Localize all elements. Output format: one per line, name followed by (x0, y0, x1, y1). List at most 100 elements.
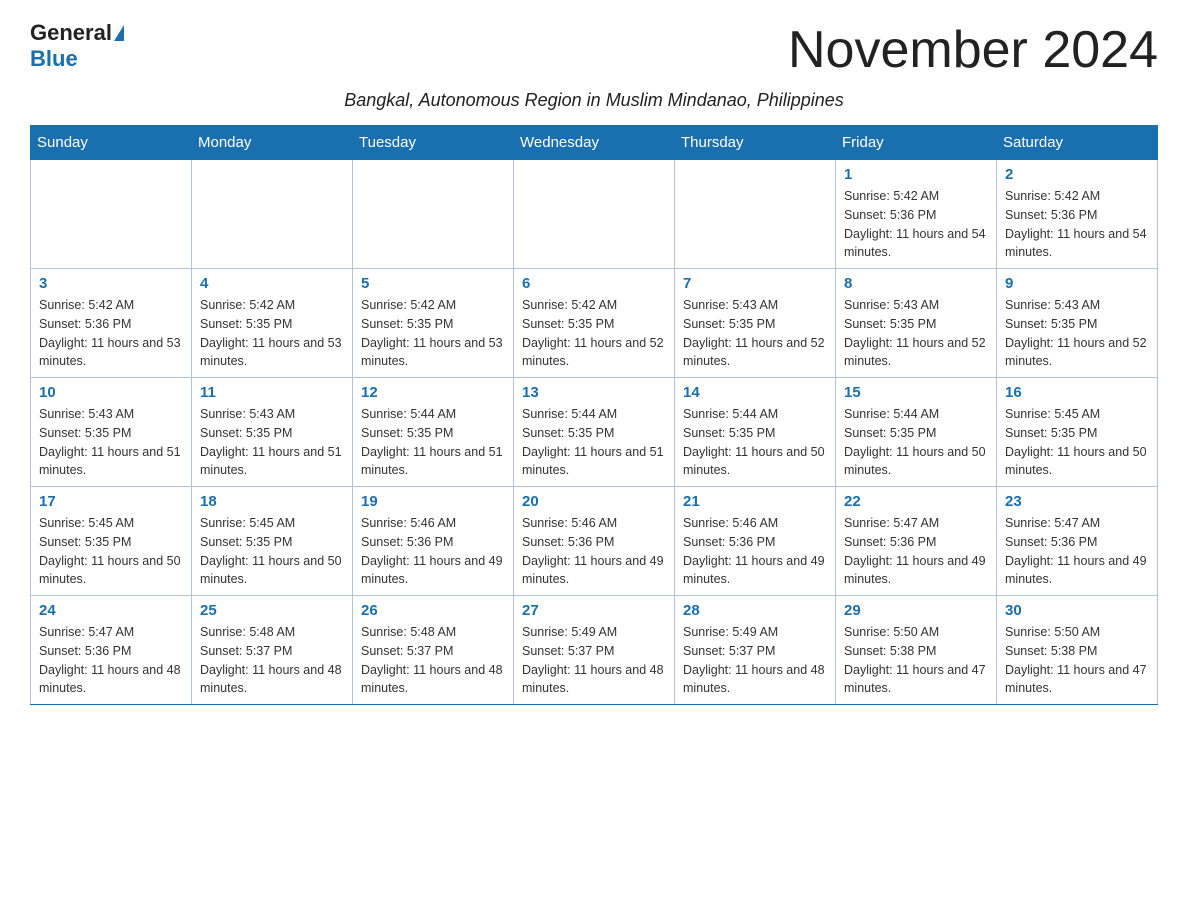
day-number: 5 (361, 275, 505, 292)
day-number: 18 (200, 493, 344, 510)
calendar-cell: 7 Sunrise: 5:43 AMSunset: 5:35 PMDaylight… (675, 269, 836, 378)
day-number: 13 (522, 384, 666, 401)
calendar-week-row: 10 Sunrise: 5:43 AMSunset: 5:35 PMDayligh… (31, 378, 1158, 487)
day-info: Sunrise: 5:43 AMSunset: 5:35 PMDaylight:… (200, 405, 344, 480)
day-info: Sunrise: 5:47 AMSunset: 5:36 PMDaylight:… (39, 623, 183, 698)
day-info: Sunrise: 5:50 AMSunset: 5:38 PMDaylight:… (1005, 623, 1149, 698)
calendar-week-row: 24 Sunrise: 5:47 AMSunset: 5:36 PMDayligh… (31, 596, 1158, 705)
day-of-week-header: Wednesday (514, 126, 675, 160)
day-number: 24 (39, 602, 183, 619)
calendar-cell: 22 Sunrise: 5:47 AMSunset: 5:36 PMDayligh… (836, 487, 997, 596)
day-number: 7 (683, 275, 827, 292)
day-info: Sunrise: 5:44 AMSunset: 5:35 PMDaylight:… (361, 405, 505, 480)
calendar-cell (675, 160, 836, 269)
day-info: Sunrise: 5:42 AMSunset: 5:36 PMDaylight:… (844, 187, 988, 262)
calendar-cell: 15 Sunrise: 5:44 AMSunset: 5:35 PMDayligh… (836, 378, 997, 487)
calendar-cell: 18Sunrise: 5:45 AMSunset: 5:35 PMDayligh… (192, 487, 353, 596)
day-info: Sunrise: 5:44 AMSunset: 5:35 PMDaylight:… (683, 405, 827, 480)
calendar-cell: 29 Sunrise: 5:50 AMSunset: 5:38 PMDayligh… (836, 596, 997, 705)
calendar-cell: 1 Sunrise: 5:42 AMSunset: 5:36 PMDaylight… (836, 160, 997, 269)
day-number: 2 (1005, 166, 1149, 183)
day-info: Sunrise: 5:49 AMSunset: 5:37 PMDaylight:… (522, 623, 666, 698)
day-info: Sunrise: 5:42 AMSunset: 5:35 PMDaylight:… (522, 296, 666, 371)
day-number: 19 (361, 493, 505, 510)
day-info: Sunrise: 5:47 AMSunset: 5:36 PMDaylight:… (844, 514, 988, 589)
logo-general-text: General (30, 20, 112, 46)
day-of-week-header: Monday (192, 126, 353, 160)
day-number: 22 (844, 493, 988, 510)
day-of-week-header: Tuesday (353, 126, 514, 160)
calendar-week-row: 3 Sunrise: 5:42 AMSunset: 5:36 PMDaylight… (31, 269, 1158, 378)
day-info: Sunrise: 5:45 AMSunset: 5:35 PMDaylight:… (39, 514, 183, 589)
calendar-cell: 30 Sunrise: 5:50 AMSunset: 5:38 PMDayligh… (997, 596, 1158, 705)
day-number: 3 (39, 275, 183, 292)
calendar-cell: 4Sunrise: 5:42 AMSunset: 5:35 PMDaylight… (192, 269, 353, 378)
day-number: 29 (844, 602, 988, 619)
day-of-week-header: Thursday (675, 126, 836, 160)
day-info: Sunrise: 5:48 AMSunset: 5:37 PMDaylight:… (361, 623, 505, 698)
calendar-week-row: 17Sunrise: 5:45 AMSunset: 5:35 PMDayligh… (31, 487, 1158, 596)
calendar-cell: 17Sunrise: 5:45 AMSunset: 5:35 PMDayligh… (31, 487, 192, 596)
logo: General Blue (30, 20, 124, 72)
calendar-cell: 5 Sunrise: 5:42 AMSunset: 5:35 PMDaylight… (353, 269, 514, 378)
day-info: Sunrise: 5:49 AMSunset: 5:37 PMDaylight:… (683, 623, 827, 698)
day-number: 11 (200, 384, 344, 401)
day-info: Sunrise: 5:43 AMSunset: 5:35 PMDaylight:… (39, 405, 183, 480)
day-info: Sunrise: 5:43 AMSunset: 5:35 PMDaylight:… (1005, 296, 1149, 371)
day-number: 25 (200, 602, 344, 619)
calendar-week-row: 1 Sunrise: 5:42 AMSunset: 5:36 PMDaylight… (31, 160, 1158, 269)
day-info: Sunrise: 5:44 AMSunset: 5:35 PMDaylight:… (844, 405, 988, 480)
calendar-cell: 6 Sunrise: 5:42 AMSunset: 5:35 PMDaylight… (514, 269, 675, 378)
day-info: Sunrise: 5:45 AMSunset: 5:35 PMDaylight:… (1005, 405, 1149, 480)
calendar-cell: 25 Sunrise: 5:48 AMSunset: 5:37 PMDayligh… (192, 596, 353, 705)
calendar-cell (31, 160, 192, 269)
day-info: Sunrise: 5:46 AMSunset: 5:36 PMDaylight:… (361, 514, 505, 589)
day-number: 6 (522, 275, 666, 292)
logo-blue-text: Blue (30, 46, 78, 72)
calendar-cell: 20 Sunrise: 5:46 AMSunset: 5:36 PMDayligh… (514, 487, 675, 596)
day-number: 15 (844, 384, 988, 401)
day-info: Sunrise: 5:42 AMSunset: 5:36 PMDaylight:… (39, 296, 183, 371)
day-info: Sunrise: 5:44 AMSunset: 5:35 PMDaylight:… (522, 405, 666, 480)
day-number: 10 (39, 384, 183, 401)
calendar-cell: 27Sunrise: 5:49 AMSunset: 5:37 PMDayligh… (514, 596, 675, 705)
day-info: Sunrise: 5:47 AMSunset: 5:36 PMDaylight:… (1005, 514, 1149, 589)
calendar-cell: 10 Sunrise: 5:43 AMSunset: 5:35 PMDayligh… (31, 378, 192, 487)
day-number: 21 (683, 493, 827, 510)
day-number: 26 (361, 602, 505, 619)
calendar-cell: 23 Sunrise: 5:47 AMSunset: 5:36 PMDayligh… (997, 487, 1158, 596)
calendar-table: SundayMondayTuesdayWednesdayThursdayFrid… (30, 125, 1158, 705)
day-number: 16 (1005, 384, 1149, 401)
day-info: Sunrise: 5:48 AMSunset: 5:37 PMDaylight:… (200, 623, 344, 698)
calendar-cell: 21 Sunrise: 5:46 AMSunset: 5:36 PMDayligh… (675, 487, 836, 596)
day-info: Sunrise: 5:50 AMSunset: 5:38 PMDaylight:… (844, 623, 988, 698)
calendar-cell: 24 Sunrise: 5:47 AMSunset: 5:36 PMDayligh… (31, 596, 192, 705)
day-of-week-header: Saturday (997, 126, 1158, 160)
calendar-cell: 12 Sunrise: 5:44 AMSunset: 5:35 PMDayligh… (353, 378, 514, 487)
calendar-cell: 13 Sunrise: 5:44 AMSunset: 5:35 PMDayligh… (514, 378, 675, 487)
day-info: Sunrise: 5:46 AMSunset: 5:36 PMDaylight:… (522, 514, 666, 589)
calendar-cell (353, 160, 514, 269)
calendar-cell: 3 Sunrise: 5:42 AMSunset: 5:36 PMDaylight… (31, 269, 192, 378)
day-info: Sunrise: 5:42 AMSunset: 5:35 PMDaylight:… (361, 296, 505, 371)
day-number: 28 (683, 602, 827, 619)
calendar-cell (514, 160, 675, 269)
calendar-cell: 11 Sunrise: 5:43 AMSunset: 5:35 PMDayligh… (192, 378, 353, 487)
subtitle: Bangkal, Autonomous Region in Muslim Min… (30, 90, 1158, 111)
calendar-cell: 8Sunrise: 5:43 AMSunset: 5:35 PMDaylight… (836, 269, 997, 378)
day-number: 23 (1005, 493, 1149, 510)
calendar-cell (192, 160, 353, 269)
calendar-cell: 28 Sunrise: 5:49 AMSunset: 5:37 PMDayligh… (675, 596, 836, 705)
day-of-week-header: Sunday (31, 126, 192, 160)
day-number: 30 (1005, 602, 1149, 619)
day-number: 8 (844, 275, 988, 292)
calendar-cell: 16 Sunrise: 5:45 AMSunset: 5:35 PMDayligh… (997, 378, 1158, 487)
day-number: 1 (844, 166, 988, 183)
day-number: 20 (522, 493, 666, 510)
calendar-cell: 9Sunrise: 5:43 AMSunset: 5:35 PMDaylight… (997, 269, 1158, 378)
day-number: 12 (361, 384, 505, 401)
day-info: Sunrise: 5:43 AMSunset: 5:35 PMDaylight:… (683, 296, 827, 371)
day-info: Sunrise: 5:46 AMSunset: 5:36 PMDaylight:… (683, 514, 827, 589)
calendar-cell: 14Sunrise: 5:44 AMSunset: 5:35 PMDayligh… (675, 378, 836, 487)
calendar-cell: 26 Sunrise: 5:48 AMSunset: 5:37 PMDayligh… (353, 596, 514, 705)
